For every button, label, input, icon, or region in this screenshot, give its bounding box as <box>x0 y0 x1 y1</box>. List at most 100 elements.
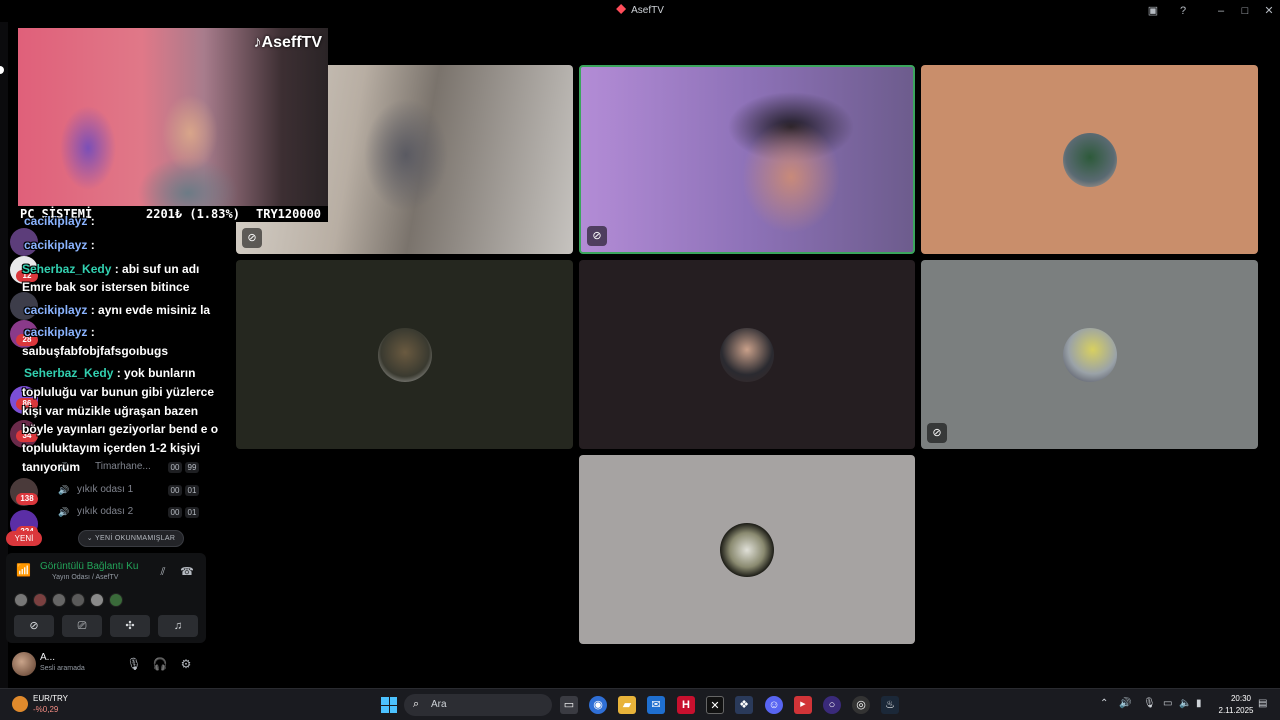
camera-off-button[interactable]: ⊘ <box>14 615 54 637</box>
task-view-icon[interactable]: ▭ <box>560 696 578 714</box>
video-editor-icon[interactable]: ▶ <box>794 696 812 714</box>
chat-message-line: böyle yayınları geziyorlar bend e o <box>22 422 219 436</box>
chat-message-line: saıbuşfabfobjfafsgoıbugs <box>22 344 169 358</box>
user-limit: 01 <box>185 507 199 518</box>
user-status: Sesli aramada <box>40 665 85 672</box>
game-app-icon[interactable]: ❖ <box>735 696 753 714</box>
ticker-goal: TRY120000 <box>256 207 322 221</box>
battery-icon[interactable]: ▮ <box>1196 698 1202 709</box>
x-app-icon[interactable]: ✕ <box>706 696 724 714</box>
inbox-icon[interactable]: ▣ <box>1145 3 1161 19</box>
chrome-icon[interactable]: ◉ <box>589 696 607 714</box>
search-icon: ⌕ <box>413 698 420 710</box>
tiktok-handle: ♪AseffTV <box>253 34 322 51</box>
participant-avatar[interactable] <box>71 593 85 607</box>
user-count: 00 <box>168 507 182 518</box>
video-tile-avatar[interactable] <box>579 455 915 644</box>
currency-widget-icon[interactable] <box>12 696 28 712</box>
voice-connection-title[interactable]: Görüntülü Bağlantı Ku <box>40 561 138 572</box>
chevron-up-icon[interactable]: ⌃ <box>1100 698 1108 709</box>
taskbar-search[interactable]: ⌕ Ara <box>404 694 552 716</box>
chat-message: Seherbaz_Kedy : yok bunların <box>24 366 196 380</box>
noise-suppression-icon[interactable]: ⫽ <box>156 565 170 579</box>
muted-icon: ⊘ <box>242 228 262 248</box>
help-icon[interactable]: ? <box>1175 3 1191 19</box>
participant-avatar[interactable] <box>52 593 66 607</box>
new-messages-pill[interactable]: YENİ <box>6 531 42 546</box>
headphones-icon[interactable]: 🎧 <box>152 656 168 672</box>
volume-icon[interactable]: 🔈 <box>1179 698 1191 709</box>
avatar <box>1062 132 1117 187</box>
window-title: AsefTV <box>0 4 1280 16</box>
window-title-text: AsefTV <box>631 5 664 16</box>
display-icon[interactable]: ▭ <box>1163 698 1172 709</box>
participant-avatar[interactable] <box>109 593 123 607</box>
steam-icon[interactable]: ♨ <box>881 696 899 714</box>
unread-messages-button[interactable]: ⌄ YENİ OKUNMAMIŞLAR <box>78 530 184 547</box>
screen-share-button[interactable]: ⎚ <box>62 615 102 637</box>
user-count: 00 <box>168 485 182 496</box>
video-tile-avatar[interactable] <box>921 65 1258 254</box>
currency-change: -%0,29 <box>33 705 59 714</box>
voice-connection-panel: 📶 Görüntülü Bağlantı Ku Yayın Odası / As… <box>6 553 206 643</box>
close-button[interactable]: ✕ <box>1261 3 1277 19</box>
chat-message-line: topluluktayım içerden 1-2 kişiyi <box>22 441 201 455</box>
voice-channel-timarhane[interactable]: Timarhane... <box>95 461 151 472</box>
speaker-icon[interactable]: 🔊 <box>1119 698 1131 709</box>
participant-avatar[interactable] <box>14 593 28 607</box>
muted-icon: ⊘ <box>927 423 947 443</box>
taskbar-time[interactable]: 20:30 <box>1229 694 1253 703</box>
user-name[interactable]: A... <box>40 652 55 663</box>
user-count: 00 <box>168 462 182 473</box>
user-limit: 01 <box>185 485 199 496</box>
chat-message-line: topluluğu var bunun gibi yüzlerce <box>22 385 215 399</box>
browser-icon[interactable]: ◎ <box>852 696 870 714</box>
chat-message: cacikiplayz : aynı evde misiniz la <box>24 303 211 317</box>
discord-icon[interactable]: ☺ <box>765 696 783 714</box>
windows-taskbar: EUR/TRY -%0,29 ⌕ Ara ▭ ◉ ▰ ✉ H ✕ ❖ ☺ ▶ ○… <box>0 688 1280 720</box>
file-explorer-icon[interactable]: ▰ <box>618 696 636 714</box>
voice-channel-icon: 🔊 <box>58 507 70 517</box>
minimize-button[interactable]: – <box>1213 3 1229 19</box>
disconnect-icon[interactable]: ☎ <box>180 565 194 579</box>
video-tile-avatar[interactable] <box>579 260 915 449</box>
activities-button[interactable]: ✣ <box>110 615 150 637</box>
voice-connection-subtitle[interactable]: Yayın Odası / AsefTV <box>52 574 118 581</box>
title-bar: AsefTV ▣ ? – □ ✕ <box>0 0 1280 22</box>
chat-message-line: Emre bak sor istersen bitince <box>22 280 190 294</box>
h-app-icon[interactable]: H <box>677 696 695 714</box>
microphone-icon[interactable]: 🎙 <box>126 656 142 672</box>
avatar <box>720 522 774 577</box>
taskbar-date[interactable]: 2.11.2025 <box>1216 706 1256 715</box>
participant-avatar[interactable] <box>90 593 104 607</box>
chat-message: Seherbaz_Kedy : abi suf un adı <box>22 262 200 276</box>
avatar <box>720 327 774 382</box>
ticker-price: 2201₺ (1.83%) <box>146 207 240 221</box>
voice-channel-yikik-2[interactable]: yıkık odası 2 <box>77 506 133 517</box>
avatar <box>377 327 432 382</box>
windows-start-icon[interactable] <box>381 697 397 713</box>
notification-icon[interactable]: ▤ <box>1258 698 1267 709</box>
avatar <box>1062 327 1117 382</box>
currency-pair[interactable]: EUR/TRY <box>33 694 68 703</box>
chat-message-line: tanıyorum <box>22 460 81 474</box>
mail-icon[interactable]: ✉ <box>647 696 665 714</box>
chat-message-line: kişi var müzikle uğraşan bazen <box>22 404 199 418</box>
search-placeholder: Ara <box>431 699 447 710</box>
video-tile-avatar[interactable]: ⊘ <box>921 260 1258 449</box>
microphone-icon[interactable]: 🎙 <box>1143 698 1156 709</box>
participant-avatar[interactable] <box>33 593 47 607</box>
video-tile-speaking[interactable]: ⊘ <box>579 65 915 254</box>
voice-channel-yikik-1[interactable]: yıkık odası 1 <box>77 484 133 495</box>
obs-icon[interactable]: ○ <box>823 696 841 714</box>
camera-off-icon: ⊘ <box>587 226 607 246</box>
video-tile-avatar[interactable] <box>236 260 573 449</box>
avatar[interactable] <box>12 652 36 676</box>
soundboard-button[interactable]: ♫ <box>158 615 198 637</box>
app-logo-icon <box>616 4 627 14</box>
signal-icon[interactable]: 📶 <box>16 563 36 583</box>
settings-gear-icon[interactable]: ⚙ <box>178 656 194 672</box>
user-limit: 99 <box>185 462 199 473</box>
user-panel: A... Sesli aramada 🎙 🎧 ⚙ <box>6 646 206 684</box>
maximize-button[interactable]: □ <box>1237 3 1253 19</box>
